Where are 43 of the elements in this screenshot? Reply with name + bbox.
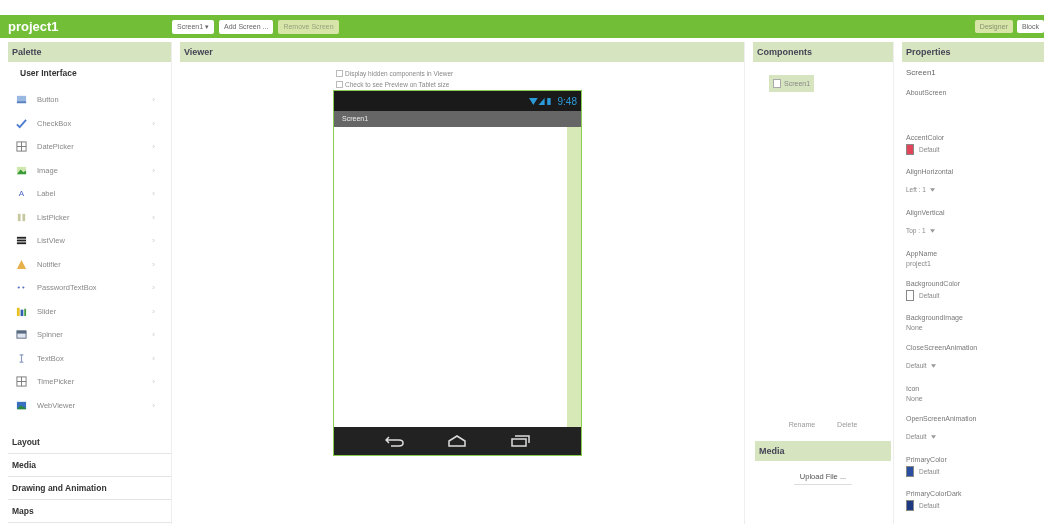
window-icon (16, 329, 27, 341)
bar-chart-icon (16, 305, 27, 317)
checkbox-icon (16, 117, 27, 129)
category-header[interactable]: Maps (8, 500, 171, 523)
chevron-icon (152, 120, 155, 126)
chevron-icon (152, 332, 155, 338)
chevron-icon (152, 285, 155, 291)
caret-icon (929, 187, 935, 192)
window-icon (16, 399, 27, 411)
category-header[interactable]: Layout (8, 431, 171, 454)
button-icon (16, 94, 27, 106)
clock-time: 9:48 (557, 95, 577, 107)
list-lines-icon (16, 235, 27, 247)
category-header[interactable]: Drawing and Animation (8, 477, 171, 500)
back-icon[interactable] (385, 435, 406, 447)
caret-icon (929, 228, 935, 233)
warning-icon (16, 258, 27, 270)
caret-icon (930, 363, 936, 368)
panel-header: Components (753, 42, 893, 62)
chevron-icon (152, 214, 155, 220)
category-header[interactable]: User Interface (8, 62, 171, 84)
panel-header: Properties (902, 42, 1044, 62)
chevron-icon (152, 191, 155, 197)
project-title: project1 (8, 19, 60, 34)
component-name: Screen1 (905, 67, 937, 79)
home-icon[interactable] (447, 435, 468, 447)
chevron-icon (152, 308, 155, 314)
category-header[interactable]: Media (8, 454, 171, 477)
letter-icon: A (16, 189, 27, 199)
caret-icon (930, 434, 936, 439)
chevron-icon (152, 97, 155, 103)
panel-header: Media (755, 441, 891, 461)
chevron-icon (152, 144, 155, 150)
chevron-icon (152, 402, 155, 408)
panel-header: Palette (8, 42, 171, 62)
chevron-icon (152, 355, 155, 361)
recent-apps-icon[interactable] (509, 435, 530, 447)
chevron-icon (152, 379, 155, 385)
image-icon (16, 164, 27, 176)
panel-header: Viewer (180, 42, 744, 62)
chevron-icon (152, 238, 155, 244)
chevron-icon (152, 167, 155, 173)
chevron-icon (152, 261, 155, 267)
